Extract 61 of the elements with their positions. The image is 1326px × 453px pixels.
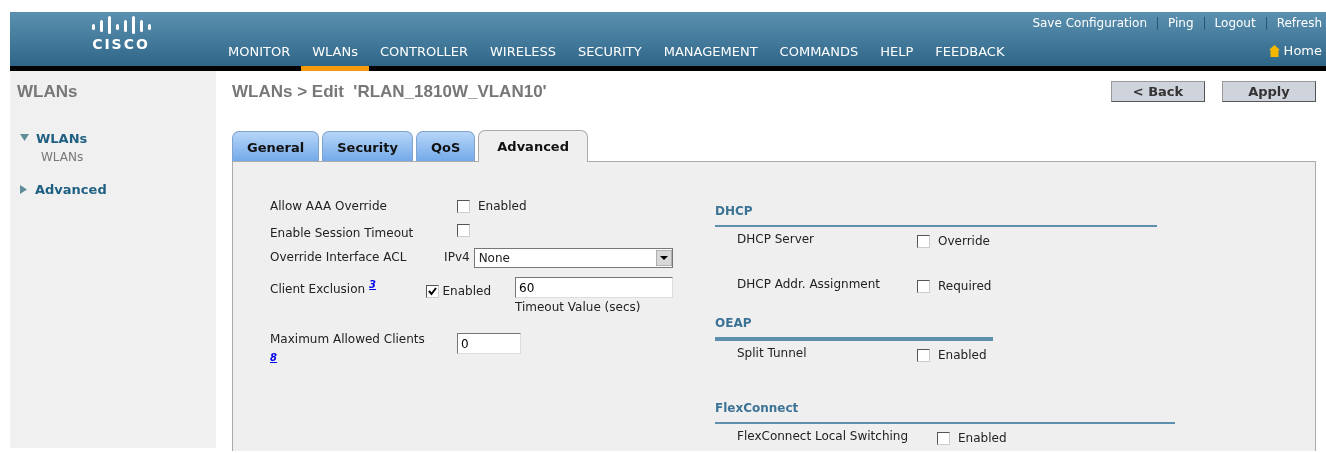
nav-tab[interactable]: FEEDBACK — [924, 41, 1016, 71]
field-label: Maximum Allowed Clients — [270, 332, 425, 346]
nav-tab[interactable]: COMMANDS — [768, 41, 870, 71]
nav-tab[interactable]: MANAGEMENT — [652, 41, 769, 71]
checkbox[interactable] — [937, 431, 950, 445]
field-label: Client Exclusion — [270, 282, 366, 296]
nav-tab[interactable]: SECURITY — [566, 41, 653, 71]
input-field[interactable]: 0 — [457, 333, 521, 354]
checkbox[interactable] — [457, 199, 470, 213]
option-label: Enabled — [958, 430, 1007, 447]
section-heading: FlexConnect — [715, 399, 1175, 424]
header-link[interactable]: Ping — [1168, 14, 1194, 32]
nav-tab[interactable]: CONTROLLER — [369, 41, 479, 71]
option-label: Override — [938, 233, 990, 250]
checkbox[interactable] — [425, 284, 439, 298]
logo-icon — [91, 16, 151, 36]
checkbox[interactable] — [917, 279, 930, 293]
nav-tab[interactable]: WLANs — [301, 41, 369, 71]
nav-tab[interactable]: HELP — [869, 41, 925, 71]
checkbox[interactable] — [457, 224, 470, 237]
header-link[interactable]: Save Configuration — [1032, 14, 1148, 32]
field-label: FlexConnect Local Switching — [737, 429, 910, 443]
action-button[interactable]: < Back — [1111, 81, 1205, 103]
home-link[interactable]: Home — [1283, 40, 1326, 66]
option-label: Enabled — [442, 283, 491, 300]
field-prefix: IPv4 — [444, 249, 470, 266]
option-label: Enabled — [478, 198, 527, 215]
section-heading: OEAP — [715, 314, 993, 341]
checkbox[interactable] — [917, 234, 930, 248]
tab[interactable]: QoS — [415, 130, 476, 161]
nav-tab[interactable]: WIRELESS — [479, 41, 567, 71]
field-label: Enable Session Timeout — [270, 226, 414, 240]
sidebar-item[interactable]: WLANs — [36, 128, 88, 148]
timeout-field[interactable]: 60 — [515, 277, 673, 298]
home-icon — [1268, 45, 1280, 57]
tab[interactable]: General — [232, 130, 320, 161]
sidebar-subitem[interactable]: WLANs — [41, 150, 84, 164]
header-link[interactable]: Logout — [1214, 14, 1256, 32]
section-heading: DHCP — [715, 202, 1157, 227]
page-title: WLANs > Edit 'RLAN_1810W_VLAN10' — [232, 81, 548, 103]
field-label: Allow AAA Override — [270, 199, 387, 213]
field-label: DHCP Addr. Assignment — [737, 277, 882, 291]
option-label: Enabled — [938, 347, 987, 364]
field-hint: Timeout Value (secs) — [515, 299, 642, 316]
footnote-link[interactable]: 3 — [369, 279, 377, 290]
field-label: Split Tunnel — [737, 346, 808, 360]
tab[interactable]: Advanced — [478, 129, 588, 162]
footnote-link[interactable]: 8 — [270, 352, 277, 363]
sidebar-item[interactable]: Advanced — [35, 180, 107, 200]
field-label: Override Interface ACL — [270, 250, 407, 264]
field-label: DHCP Server — [737, 232, 816, 246]
header-link[interactable]: Refresh — [1276, 14, 1322, 32]
checkbox[interactable] — [917, 348, 930, 362]
option-label: Required — [938, 278, 992, 295]
tab[interactable]: Security — [322, 130, 413, 161]
sidebar-title: WLANs — [17, 81, 79, 103]
nav-tab[interactable]: MONITOR — [217, 41, 302, 71]
action-button[interactable]: Apply — [1222, 81, 1316, 103]
dropdown-arrow-icon — [656, 250, 672, 266]
logo-text: CISCO — [92, 36, 150, 52]
dropdown[interactable]: None — [473, 248, 673, 268]
